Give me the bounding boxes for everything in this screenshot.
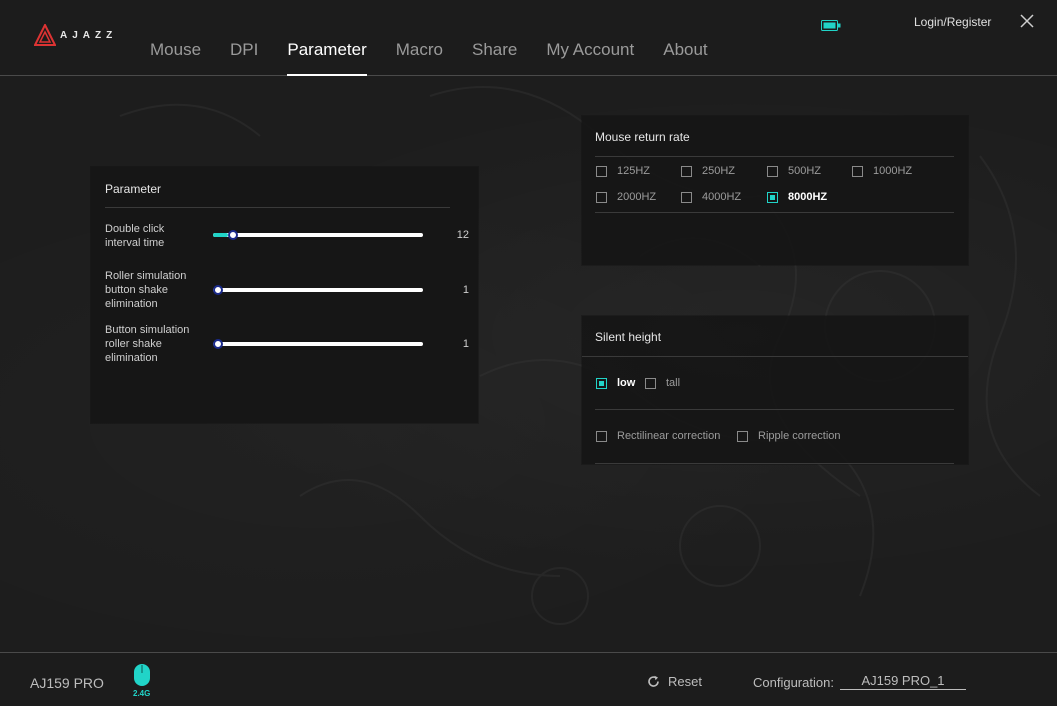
divider: [582, 356, 968, 357]
divider: [595, 409, 954, 410]
checkbox[interactable]: [596, 377, 607, 389]
checkbox[interactable]: [596, 191, 607, 203]
logo-icon: [34, 24, 56, 46]
option-label: 1000HZ: [873, 165, 913, 177]
rate-option-8000hz[interactable]: 8000HZ: [767, 191, 827, 203]
bottom-bar: AJ159 PRO 2.4G Reset Configuration: AJ15…: [0, 652, 1057, 706]
checkbox[interactable]: [596, 165, 607, 177]
tab-parameter[interactable]: Parameter: [287, 40, 368, 76]
tab-share[interactable]: Share: [472, 40, 517, 76]
button-shake-value: 1: [462, 338, 469, 350]
double-click-value: 12: [456, 229, 469, 241]
login-register-link[interactable]: Login/Register: [914, 15, 991, 29]
slider-thumb[interactable]: [228, 230, 238, 240]
top-header: AJAZZ Mouse DPI Parameter Macro Share My…: [0, 0, 1057, 76]
tab-about[interactable]: About: [663, 40, 707, 76]
device-name: AJ159 PRO: [30, 675, 104, 691]
rate-option-250hz[interactable]: 250HZ: [681, 165, 735, 177]
checkbox[interactable]: [767, 191, 778, 203]
brand-logo: AJAZZ: [34, 24, 117, 46]
parameter-panel-title: Parameter: [105, 182, 162, 196]
label-line: interval time: [105, 237, 165, 249]
checkbox[interactable]: [737, 430, 748, 442]
checkbox[interactable]: [767, 165, 778, 177]
checkbox[interactable]: [681, 165, 692, 177]
roller-shake-value: 1: [462, 284, 469, 296]
label-line: roller shake: [105, 338, 162, 350]
slider-thumb[interactable]: [213, 285, 223, 295]
silent-height-title: Silent height: [595, 330, 662, 344]
button-shake-slider[interactable]: [213, 339, 423, 349]
slider-fill: [213, 233, 228, 237]
configuration-select[interactable]: AJ159 PRO_1: [840, 673, 966, 690]
rate-option-500hz[interactable]: 500HZ: [767, 165, 821, 177]
silent-option-low[interactable]: low: [596, 377, 635, 389]
label-line: elimination: [105, 352, 158, 364]
label-line: Button simulation: [105, 324, 190, 336]
reset-icon: [648, 675, 659, 687]
return-rate-title: Mouse return rate: [595, 130, 690, 144]
return-rate-panel: Mouse return rate 125HZ 250HZ 500HZ 1000…: [582, 116, 968, 265]
tab-macro[interactable]: Macro: [396, 40, 443, 76]
rate-option-125hz[interactable]: 125HZ: [596, 165, 650, 177]
tab-dpi[interactable]: DPI: [230, 40, 258, 76]
option-label: 2000HZ: [617, 191, 657, 203]
option-label: tall: [666, 377, 681, 389]
divider: [595, 212, 954, 213]
button-shake-label: Button simulation roller shake eliminati…: [105, 323, 205, 365]
tab-my-account[interactable]: My Account: [546, 40, 634, 76]
label-line: button shake: [105, 284, 168, 296]
rectilinear-correction-option[interactable]: Rectilinear correction: [596, 430, 720, 442]
rate-option-1000hz[interactable]: 1000HZ: [852, 165, 912, 177]
reset-label: Reset: [668, 674, 702, 689]
double-click-slider[interactable]: [213, 230, 423, 240]
label-line: Double click: [105, 223, 165, 235]
main-nav: Mouse DPI Parameter Macro Share My Accou…: [150, 40, 737, 76]
checkbox[interactable]: [681, 191, 692, 203]
slider-thumb[interactable]: [213, 339, 223, 349]
tab-mouse[interactable]: Mouse: [150, 40, 201, 76]
silent-height-panel: Silent height low tall Rectilinear corre…: [582, 316, 968, 464]
rate-option-4000hz[interactable]: 4000HZ: [681, 191, 741, 203]
battery-icon: [821, 18, 841, 36]
option-label: 500HZ: [788, 165, 822, 177]
option-label: 4000HZ: [702, 191, 742, 203]
label-line: elimination: [105, 298, 158, 310]
checkbox[interactable]: [852, 165, 863, 177]
option-label: 250HZ: [702, 165, 736, 177]
configuration-label: Configuration:: [753, 675, 834, 690]
ripple-correction-option[interactable]: Ripple correction: [737, 430, 841, 442]
roller-shake-slider[interactable]: [213, 285, 423, 295]
roller-shake-row: Roller simulation button shake eliminati…: [105, 269, 470, 313]
mouse-icon: [133, 663, 151, 692]
option-label: 125HZ: [617, 165, 651, 177]
divider: [595, 156, 954, 157]
option-label: low: [617, 377, 636, 389]
close-icon[interactable]: [1020, 14, 1034, 33]
rate-option-2000hz[interactable]: 2000HZ: [596, 191, 656, 203]
logo-text: AJAZZ: [60, 29, 118, 41]
option-label: Ripple correction: [758, 430, 841, 442]
option-label: Rectilinear correction: [617, 430, 721, 442]
parameter-panel: Parameter Double click interval time 12 …: [91, 167, 478, 423]
option-label: 8000HZ: [788, 191, 828, 203]
connection-label: 2.4G: [133, 689, 151, 698]
checkbox[interactable]: [645, 377, 656, 389]
reset-button[interactable]: Reset: [647, 674, 702, 689]
divider: [595, 463, 954, 464]
button-shake-row: Button simulation roller shake eliminati…: [105, 323, 470, 367]
divider: [105, 207, 450, 208]
roller-shake-label: Roller simulation button shake eliminati…: [105, 269, 205, 311]
silent-option-tall[interactable]: tall: [645, 377, 680, 389]
double-click-row: Double click interval time 12: [105, 222, 470, 252]
label-line: Roller simulation: [105, 270, 187, 282]
checkbox[interactable]: [596, 430, 607, 442]
double-click-label: Double click interval time: [105, 222, 205, 250]
